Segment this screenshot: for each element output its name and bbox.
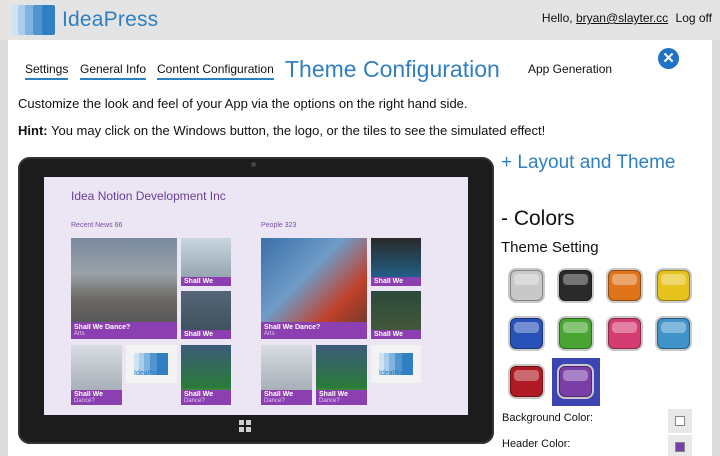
theme-swatch-red[interactable]: [503, 358, 551, 406]
news-tile-large[interactable]: Shall We Dance? Arts: [71, 238, 177, 339]
people-tile[interactable]: Shall We Dance?: [316, 345, 367, 405]
tile-caption: Shall We: [371, 277, 421, 286]
ideapress-tile-label: IdeaPress: [134, 370, 166, 377]
tile-caption: Shall We Dance?: [316, 390, 367, 405]
step-settings[interactable]: Settings: [25, 62, 69, 80]
theme-swatch-black[interactable]: [552, 262, 600, 310]
theme-swatch-pink[interactable]: [601, 310, 649, 358]
tile-caption: Shall We: [371, 330, 421, 339]
app-preview-screen: Idea Notion Development Inc Recent News …: [44, 177, 468, 415]
background-color-picker[interactable]: [668, 409, 692, 433]
section-people: People 323: [261, 222, 297, 229]
user-area: Hello, bryan@slayter.cc Log off: [542, 11, 712, 25]
tile-caption: Shall We Dance? Arts: [261, 322, 367, 339]
tile-title: Shall We Dance?: [264, 324, 321, 331]
theme-swatch-orange[interactable]: [601, 262, 649, 310]
swatch-color-purple: [559, 366, 592, 397]
step-general-info[interactable]: General Info: [80, 62, 147, 80]
tile-caption: Shall We: [181, 330, 231, 339]
swatch-color-blue: [510, 318, 543, 349]
intro-text: Customize the look and feel of your App …: [18, 96, 468, 111]
tile-title: Shall We: [374, 331, 404, 338]
people-tile[interactable]: Shall We: [371, 238, 421, 286]
hint-body: You may click on the Windows button, the…: [47, 123, 546, 138]
swatch-color-red: [510, 366, 543, 397]
theme-swatch-teal[interactable]: [650, 310, 698, 358]
swatch-color-teal: [657, 318, 690, 349]
step-theme-configuration: Theme Configuration: [285, 56, 500, 82]
theme-swatch-blue[interactable]: [503, 310, 551, 358]
header-color-picker[interactable]: [668, 435, 692, 456]
tile-caption: Shall We Dance?: [181, 390, 231, 405]
news-tile[interactable]: Shall We: [181, 291, 231, 339]
swatch-color-green: [559, 318, 592, 349]
tile-subtitle: Dance?: [184, 398, 205, 404]
theme-setting-heading: Theme Setting: [501, 239, 599, 256]
tile-title: Shall We: [184, 278, 214, 285]
tile-title: Shall We: [184, 391, 214, 398]
section-recent-news: Recent News 66: [71, 222, 123, 229]
tile-subtitle: Dance?: [319, 398, 340, 404]
header-color-swatch: [675, 442, 685, 452]
colors-toggle[interactable]: - Colors: [501, 207, 575, 231]
ideapress-logo[interactable]: IdeaPress: [12, 4, 158, 36]
ideapress-logo-icon: [12, 5, 56, 35]
camera-dot: [251, 162, 256, 167]
top-bar: IdeaPress Hello, bryan@slayter.cc Log of…: [0, 0, 720, 40]
close-icon[interactable]: ✕: [658, 48, 679, 69]
people-tile[interactable]: Shall We: [371, 291, 421, 339]
tile-caption: Shall We Dance? Arts: [71, 322, 177, 339]
hint-label: Hint:: [18, 123, 48, 138]
greeting: Hello,: [541, 11, 573, 25]
ideapress-tile-label: IdeaPress: [379, 370, 411, 377]
tile-title: Shall We: [184, 331, 214, 338]
news-tile[interactable]: Shall We Dance?: [181, 345, 231, 405]
header-color-label: Header Color:: [502, 438, 571, 450]
tile-subtitle: Dance?: [74, 398, 95, 404]
swatch-color-orange: [608, 270, 641, 301]
theme-config-panel: Settings General Info Content Configurat…: [8, 40, 712, 456]
preview-app-title[interactable]: Idea Notion Development Inc: [71, 189, 226, 203]
people-tile-large[interactable]: Shall We Dance? Arts: [261, 238, 367, 339]
tile-title: Shall We: [374, 278, 404, 285]
swatch-color-yellow: [657, 270, 690, 301]
swatch-color-pink: [608, 318, 641, 349]
brand-name: IdeaPress: [62, 8, 159, 31]
theme-swatch-silver[interactable]: [503, 262, 551, 310]
swatch-color-silver: [510, 270, 543, 301]
tile-subtitle: Arts: [264, 331, 275, 337]
people-tile[interactable]: Shall We Dance?: [261, 345, 312, 405]
hint-text: Hint: You may click on the Windows butto…: [18, 123, 545, 138]
tile-title: Shall We: [319, 391, 349, 398]
tile-caption: Shall We Dance?: [261, 390, 312, 405]
tile-caption: Shall We: [181, 277, 231, 286]
step-app-generation[interactable]: App Generation: [528, 62, 612, 78]
theme-swatch-yellow[interactable]: [650, 262, 698, 310]
background-color-swatch: [675, 416, 685, 426]
news-tile[interactable]: Shall We Dance?: [71, 345, 122, 405]
tile-title: Shall We: [74, 391, 104, 398]
ideapress-tile[interactable]: IdeaPress: [126, 345, 177, 383]
theme-swatch-green[interactable]: [552, 310, 600, 358]
logoff-link[interactable]: Log off: [676, 11, 712, 25]
theme-swatch-purple[interactable]: [552, 358, 600, 406]
tile-title: Shall We: [264, 391, 294, 398]
news-tile[interactable]: Shall We: [181, 238, 231, 286]
tile-subtitle: Dance?: [264, 398, 285, 404]
swatch-color-black: [559, 270, 592, 301]
ideapress-tile[interactable]: IdeaPress: [371, 345, 421, 383]
windows-logo-icon[interactable]: [239, 420, 251, 432]
layout-theme-toggle[interactable]: + Layout and Theme: [501, 150, 701, 175]
user-email-link[interactable]: bryan@slayter.cc: [576, 11, 668, 25]
tile-subtitle: Arts: [74, 331, 85, 337]
background-color-label: Background Color:: [502, 412, 594, 424]
step-content-configuration[interactable]: Content Configuration: [157, 62, 274, 80]
tile-caption: Shall We Dance?: [71, 390, 122, 405]
tablet-preview: Idea Notion Development Inc Recent News …: [18, 157, 494, 444]
tile-title: Shall We Dance?: [74, 324, 131, 331]
